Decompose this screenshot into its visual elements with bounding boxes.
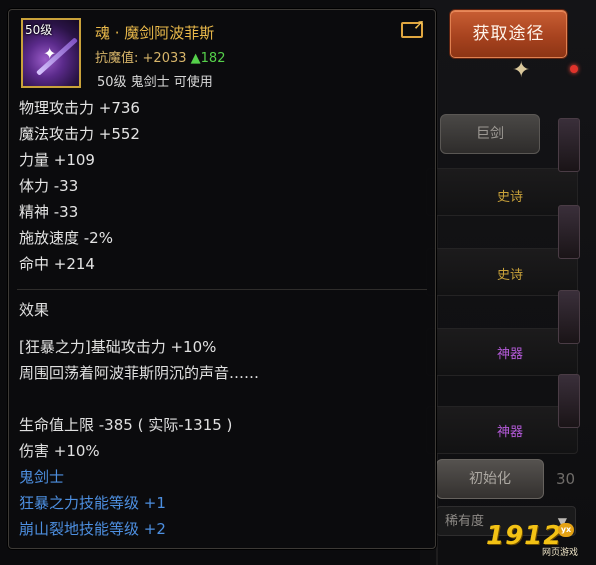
stat-line: 魔法攻击力 +552	[19, 125, 140, 143]
sparkle-icon: ✦	[512, 58, 531, 83]
item-icon: ✦ 50级	[21, 18, 81, 88]
class-name: 鬼剑士	[19, 468, 65, 486]
item-thumbnail[interactable]	[558, 374, 580, 428]
rarity-tag: 史诗	[497, 268, 524, 283]
sword-category-button[interactable]: 巨剑	[440, 114, 540, 154]
acquire-method-button[interactable]: 获取途径	[450, 10, 567, 58]
skill-bonus-line: 崩山裂地技能等级 +2	[19, 520, 166, 538]
effect-header: 效果	[19, 301, 50, 319]
effect-line: [狂暴之力]基础攻击力 +10%	[19, 338, 217, 356]
notification-dot	[570, 65, 578, 73]
rarity-tag: 史诗	[497, 190, 524, 205]
stat-line: 施放速度 -2%	[19, 229, 113, 247]
initialize-button[interactable]: 初始化	[436, 459, 544, 499]
watermark-subtitle: 网页游戏	[542, 548, 579, 558]
divider	[17, 289, 427, 290]
filter-label: 稀有度	[445, 514, 485, 529]
item-level-badge: 50级	[25, 23, 53, 37]
side-number: 30	[556, 470, 576, 488]
site-watermark: 1912 yx 网页游戏	[486, 521, 590, 558]
item-tooltip: ✦ 50级 魂 · 魔剑阿波菲斯 ➚ 抗魔值: +2033 ▲182 50级 鬼…	[8, 9, 436, 549]
resist-label: 抗魔值:	[95, 51, 139, 66]
item-thumbnail[interactable]	[558, 290, 580, 344]
flare-icon: ✦	[43, 44, 57, 63]
item-requirement: 50级 鬼剑士 可使用	[97, 75, 213, 90]
stat-line: 精神 -33	[19, 203, 79, 221]
stat-line: 命中 +214	[19, 255, 95, 273]
resist-increase: ▲182	[190, 51, 226, 66]
resist-row: 抗魔值: +2033 ▲182	[95, 47, 225, 66]
effect-extra-line: 伤害 +10%	[19, 442, 100, 460]
share-icon[interactable]: ➚	[401, 17, 425, 38]
item-thumbnail[interactable]	[558, 118, 580, 172]
stat-line: 物理攻击力 +736	[19, 99, 140, 117]
stat-line: 力量 +109	[19, 151, 95, 169]
watermark-badge: yx	[558, 523, 574, 537]
effect-line: 周围回荡着阿波菲斯阴沉的声音……	[19, 364, 260, 382]
rarity-tag: 神器	[497, 347, 524, 362]
resist-value: +2033	[142, 51, 187, 66]
item-thumbnail[interactable]	[558, 205, 580, 259]
skill-bonus-line: 狂暴之力技能等级 +1	[19, 494, 166, 512]
stat-line: 体力 -33	[19, 177, 79, 195]
effect-extra-line: 生命值上限 -385 ( 实际-1315 )	[19, 416, 233, 434]
item-name: 魂 · 魔剑阿波菲斯	[95, 24, 215, 42]
